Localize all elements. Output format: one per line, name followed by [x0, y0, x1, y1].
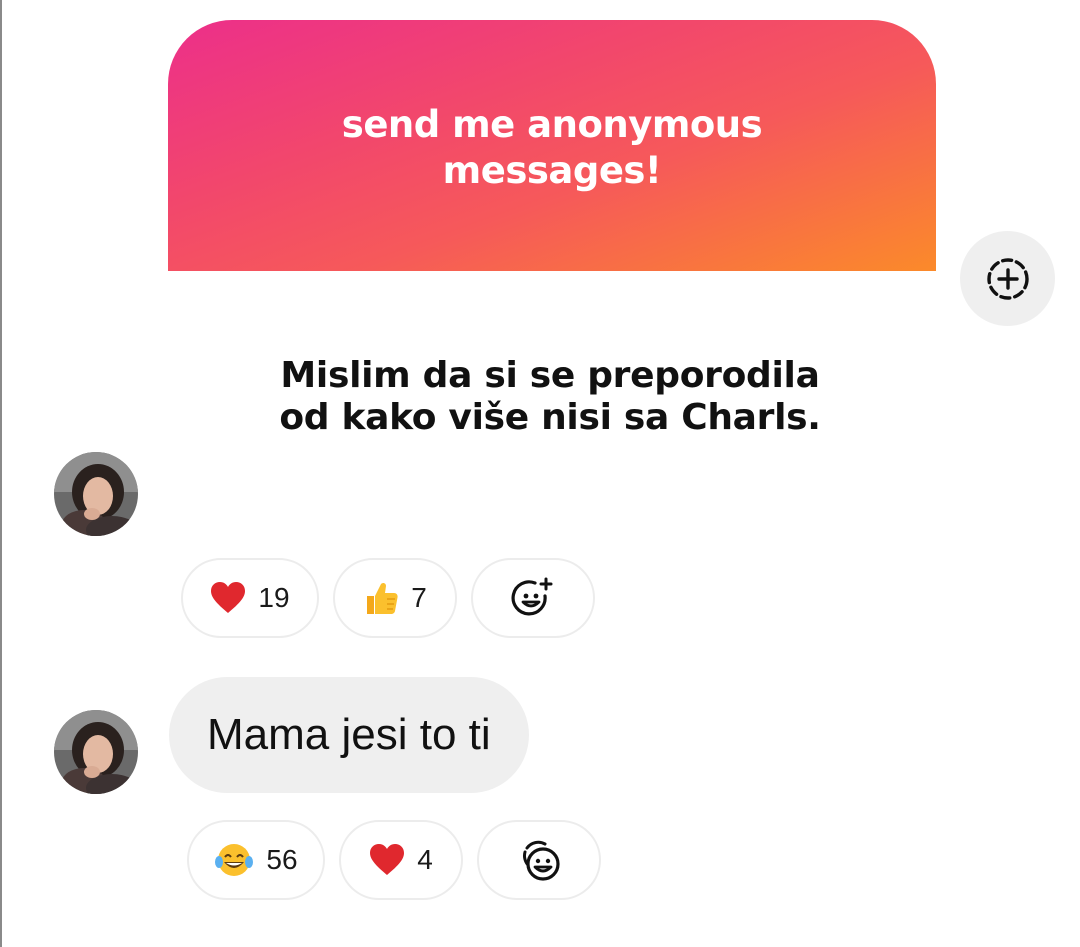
- heart-icon: [211, 582, 246, 613]
- reaction-laughing-button[interactable]: 56: [187, 820, 325, 900]
- reaction-count: 4: [417, 844, 433, 875]
- add-to-story-button[interactable]: [960, 231, 1055, 326]
- profile-photo: [54, 452, 138, 536]
- reactions-row: 19 7: [181, 558, 595, 638]
- reaction-count: 56: [266, 844, 298, 875]
- story-card-title: send me anonymous messages!: [341, 103, 763, 192]
- avatar[interactable]: [54, 452, 138, 536]
- reaction-thumbs-up-button[interactable]: 7: [333, 558, 457, 638]
- add-reaction-button[interactable]: [477, 820, 601, 900]
- thumbs-up-icon: [367, 582, 398, 614]
- message-bubble[interactable]: Mama jesi to ti: [169, 677, 529, 793]
- reaction-count: 19: [258, 582, 290, 613]
- message-text: Mama jesi to ti: [207, 710, 491, 759]
- story-reply-card[interactable]: send me anonymous messages!: [168, 20, 936, 271]
- add-reaction-button[interactable]: [471, 558, 595, 638]
- add-reaction-icon: [523, 840, 560, 881]
- laughing-tears-icon: [215, 844, 254, 876]
- left-divider: [0, 0, 2, 947]
- add-reaction-icon: [511, 577, 553, 616]
- heart-icon: [370, 844, 405, 875]
- reactions-row: 56 4: [187, 820, 601, 900]
- reaction-count: 7: [411, 582, 427, 613]
- reaction-heart-button[interactable]: 19: [181, 558, 319, 638]
- add-story-icon: [986, 257, 1029, 300]
- reaction-heart-button[interactable]: 4: [339, 820, 463, 900]
- anonymous-question-text: Mislim da si se preporodila od kako više…: [279, 355, 821, 438]
- chat-screen: send me anonymous messages! Mislim da si…: [0, 0, 1080, 947]
- avatar[interactable]: [54, 710, 138, 794]
- profile-photo: [54, 710, 138, 794]
